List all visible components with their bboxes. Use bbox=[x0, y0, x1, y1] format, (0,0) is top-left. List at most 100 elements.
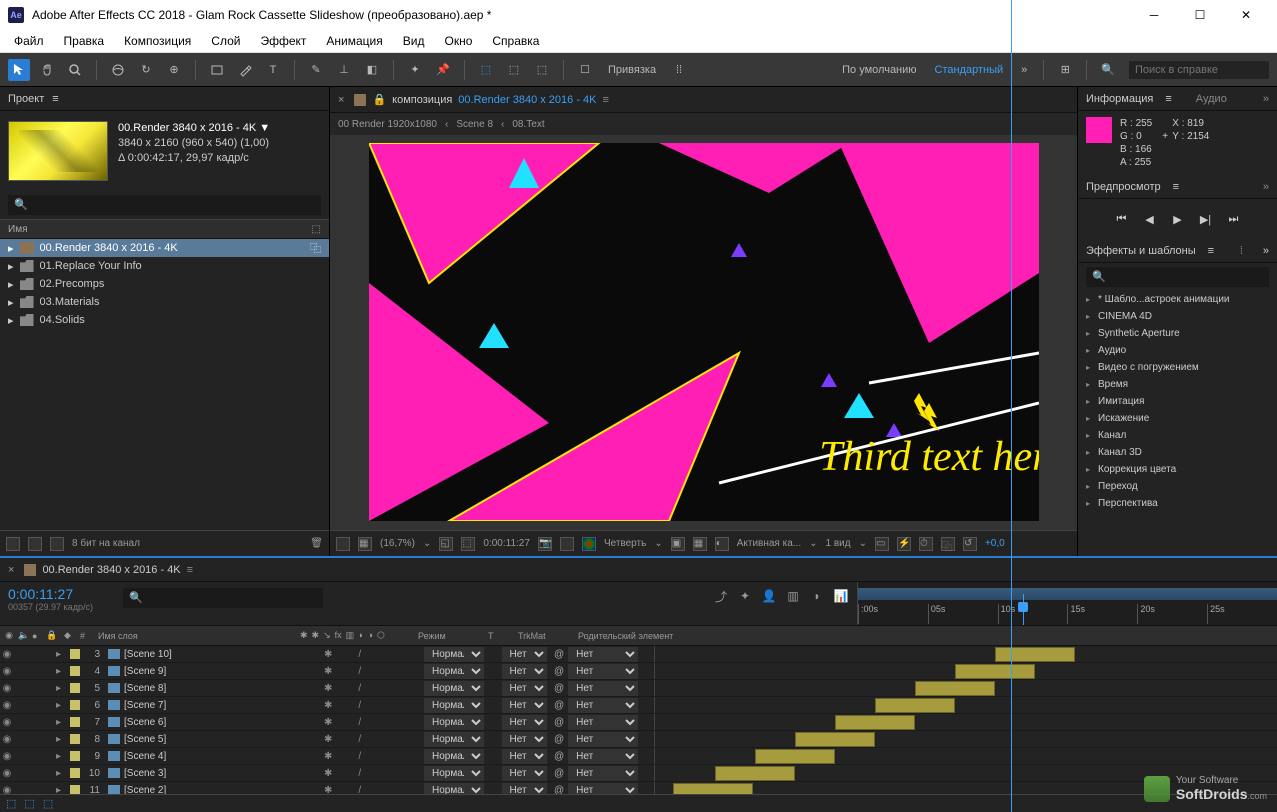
snap-options-icon[interactable]: ⁞⁞ bbox=[668, 59, 690, 81]
orbit-tool[interactable] bbox=[107, 59, 129, 81]
zoom-dropdown[interactable]: (16,7%) bbox=[380, 538, 415, 549]
grid-toggle-icon[interactable]: ▦ bbox=[358, 537, 372, 551]
av-header-icon[interactable]: ✱ bbox=[312, 630, 320, 641]
pickwhip-icon[interactable]: @ bbox=[554, 683, 564, 694]
trkmat-dropdown[interactable]: Нет bbox=[502, 664, 547, 679]
trkmat-dropdown[interactable]: Нет bbox=[502, 715, 547, 730]
parent-dropdown[interactable]: Нет bbox=[568, 749, 638, 764]
expand-toggle[interactable]: ▸ bbox=[56, 717, 70, 728]
clone-tool[interactable]: ⊥ bbox=[333, 59, 355, 81]
expand-toggle[interactable]: ▸ bbox=[56, 666, 70, 677]
lock-icon[interactable]: 🔒 bbox=[372, 93, 386, 106]
visibility-toggle[interactable]: ◉ bbox=[0, 649, 14, 660]
effects-category[interactable]: Канал 3D bbox=[1078, 444, 1277, 461]
graph-editor-icon[interactable]: 📊 bbox=[833, 588, 849, 604]
av-header-icon[interactable]: ✱ bbox=[300, 630, 308, 641]
toggle-switches-icon[interactable]: ⬚ bbox=[6, 797, 16, 810]
eraser-tool[interactable]: ◧ bbox=[361, 59, 383, 81]
timeline-layer-row[interactable]: ◉ ▸ 8 [Scene 5] ✱/ Нормаль Нет @Нет bbox=[0, 731, 1277, 748]
axis-world-icon[interactable]: ⬚ bbox=[503, 59, 525, 81]
resolution-dropdown[interactable]: Четверть bbox=[604, 538, 646, 549]
parent-dropdown[interactable]: Нет bbox=[568, 766, 638, 781]
views-dropdown[interactable]: 1 вид bbox=[826, 538, 851, 549]
effects-category[interactable]: Искажение bbox=[1078, 410, 1277, 427]
effects-category[interactable]: Канал bbox=[1078, 427, 1277, 444]
blend-mode-dropdown[interactable]: Нормаль bbox=[424, 766, 484, 781]
menu-edit[interactable]: Правка bbox=[54, 31, 115, 51]
expand-toggle[interactable]: ▸ bbox=[56, 768, 70, 779]
composition-viewer[interactable]: Third text her bbox=[369, 143, 1039, 521]
layer-name[interactable]: [Scene 8] bbox=[124, 683, 166, 694]
project-item[interactable]: ▸02.Precomps bbox=[0, 275, 329, 293]
parent-dropdown[interactable]: Нет bbox=[568, 681, 638, 696]
layer-name[interactable]: [Scene 2] bbox=[124, 785, 166, 795]
help-search-input[interactable] bbox=[1129, 61, 1269, 79]
layer-bar[interactable] bbox=[915, 681, 995, 696]
comp-tab-name[interactable]: 00.Render 3840 x 2016 - 4K bbox=[458, 94, 596, 106]
expand-icon[interactable]: » bbox=[1263, 245, 1269, 257]
safe-zones-icon[interactable]: ▣ bbox=[671, 537, 685, 551]
first-frame-button[interactable]: ⏮ bbox=[1115, 212, 1129, 226]
expand-toggle[interactable]: ▸ bbox=[56, 785, 70, 795]
project-options-icon[interactable]: ⬚ bbox=[312, 224, 321, 235]
trkmat-header[interactable]: TrkMat bbox=[514, 631, 574, 641]
pickwhip-icon[interactable]: @ bbox=[554, 649, 564, 660]
project-list[interactable]: ▸ 00.Render 3840 x 2016 - 4K ⿻ ▸01.Repla… bbox=[0, 239, 329, 530]
parent-dropdown[interactable]: Нет bbox=[568, 664, 638, 679]
label-color[interactable] bbox=[70, 768, 80, 778]
trkmat-dropdown[interactable]: Нет bbox=[502, 698, 547, 713]
project-item[interactable]: ▸ 00.Render 3840 x 2016 - 4K ⿻ bbox=[0, 239, 329, 257]
parent-dropdown[interactable]: Нет bbox=[568, 698, 638, 713]
label-color[interactable] bbox=[70, 700, 80, 710]
workspace-reset-icon[interactable]: ⊞ bbox=[1054, 59, 1076, 81]
timeline-search-input[interactable] bbox=[123, 588, 323, 608]
puppet-tool[interactable]: 📌 bbox=[432, 59, 454, 81]
blend-mode-dropdown[interactable]: Нормаль bbox=[424, 664, 484, 679]
timeline-layer-row[interactable]: ◉ ▸ 6 [Scene 7] ✱/ Нормаль Нет @Нет bbox=[0, 697, 1277, 714]
last-frame-button[interactable]: ⏭ bbox=[1227, 212, 1241, 226]
menu-composition[interactable]: Композиция bbox=[114, 31, 201, 51]
menu-window[interactable]: Окно bbox=[434, 31, 482, 51]
toggle-switches-icon[interactable]: ⬚ bbox=[43, 797, 53, 810]
expand-toggle[interactable]: ▸ bbox=[56, 700, 70, 711]
layer-bar[interactable] bbox=[673, 783, 753, 794]
trkmat-dropdown[interactable]: Нет bbox=[502, 783, 547, 795]
effects-category[interactable]: CINEMA 4D bbox=[1078, 308, 1277, 325]
parent-dropdown[interactable]: Нет bbox=[568, 647, 638, 662]
roi-icon[interactable]: ⬚ bbox=[461, 537, 475, 551]
alpha-toggle-icon[interactable] bbox=[336, 537, 350, 551]
breadcrumb-item[interactable]: 08.Text bbox=[512, 119, 544, 130]
timeline-layer-row[interactable]: ◉ ▸ 9 [Scene 4] ✱/ Нормаль Нет @Нет bbox=[0, 748, 1277, 765]
visibility-toggle[interactable]: ◉ bbox=[0, 734, 14, 745]
timeline-layer-row[interactable]: ◉ ▸ 11 [Scene 2] ✱/ Нормаль Нет @Нет bbox=[0, 782, 1277, 794]
effects-category[interactable]: Аудио bbox=[1078, 342, 1277, 359]
parent-dropdown[interactable]: Нет bbox=[568, 732, 638, 747]
pixel-aspect-icon[interactable]: ▭ bbox=[875, 537, 889, 551]
blend-mode-dropdown[interactable]: Нормаль bbox=[424, 749, 484, 764]
pickwhip-icon[interactable]: @ bbox=[554, 785, 564, 795]
effects-category[interactable]: Имитация bbox=[1078, 393, 1277, 410]
pickwhip-icon[interactable]: @ bbox=[554, 666, 564, 677]
blend-mode-dropdown[interactable]: Нормаль bbox=[424, 681, 484, 696]
layer-name[interactable]: [Scene 3] bbox=[124, 768, 166, 779]
panel-menu-icon[interactable]: ≡ bbox=[52, 93, 58, 105]
visibility-toggle[interactable]: ◉ bbox=[0, 700, 14, 711]
menu-help[interactable]: Справка bbox=[482, 31, 549, 51]
panel-menu-icon[interactable]: ≡ bbox=[1165, 93, 1171, 105]
close-button[interactable]: ✕ bbox=[1223, 0, 1269, 30]
blend-mode-dropdown[interactable]: Нормаль bbox=[424, 715, 484, 730]
av-header-icon[interactable]: ◑ bbox=[368, 630, 373, 641]
effects-search-input[interactable] bbox=[1086, 267, 1269, 287]
timeline-layer-row[interactable]: ◉ ▸ 7 [Scene 6] ✱/ Нормаль Нет @Нет bbox=[0, 714, 1277, 731]
visibility-toggle[interactable]: ◉ bbox=[0, 683, 14, 694]
project-header-name[interactable]: Имя bbox=[8, 224, 27, 235]
playhead[interactable] bbox=[1023, 594, 1024, 625]
axis-local-icon[interactable]: ⬚ bbox=[475, 59, 497, 81]
expand-toggle[interactable]: ▸ bbox=[56, 683, 70, 694]
blend-mode-dropdown[interactable]: Нормаль bbox=[424, 732, 484, 747]
panel-menu-icon[interactable]: ≡ bbox=[1173, 181, 1179, 193]
next-frame-button[interactable]: ▶| bbox=[1199, 212, 1213, 226]
project-thumbnail[interactable] bbox=[8, 121, 108, 181]
blend-mode-dropdown[interactable]: Нормаль bbox=[424, 783, 484, 795]
av-header-icon[interactable]: ⬡ bbox=[377, 630, 385, 641]
